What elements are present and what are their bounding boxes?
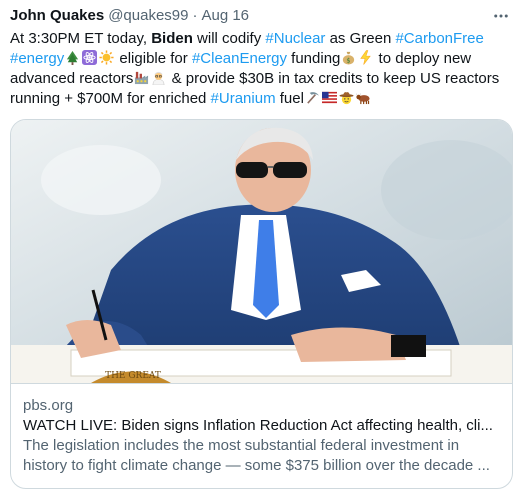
tweet-header: John Quakes @quakes99 · Aug 16 xyxy=(10,6,513,26)
text-span: advanced reactors xyxy=(10,70,134,87)
text-span: fuel xyxy=(275,90,304,107)
text-span: as Green xyxy=(325,30,396,47)
link-preview-card[interactable]: THE GREAT pbs.org WATCH LIVE: Biden sign… xyxy=(10,119,513,489)
hashtag-nuclear[interactable]: #Nuclear xyxy=(265,30,325,47)
atom-symbol-emoji xyxy=(82,50,98,65)
tweet-text-line: running + $700M for enriched #Uranium fu… xyxy=(10,89,513,109)
card-text: pbs.org WATCH LIVE: Biden signs Inflatio… xyxy=(11,383,512,476)
more-options-icon[interactable] xyxy=(491,6,511,26)
tweet-text-line: advanced reactors & provide $30B in tax … xyxy=(10,69,513,89)
us-flag-emoji xyxy=(321,90,337,105)
tweet-text: At 3:30PM ET today, Biden will codify #N… xyxy=(10,29,513,109)
text-span: funding xyxy=(287,50,341,67)
bold-text: Biden xyxy=(151,30,193,47)
text-span: running + $700M for enriched xyxy=(10,90,211,107)
tweet-text-line: #energy eligible for #CleanEnergy fundin… xyxy=(10,49,513,69)
article-photo[interactable]: THE GREAT xyxy=(11,120,512,383)
ox-emoji xyxy=(355,90,371,105)
author-name[interactable]: John Quakes xyxy=(10,6,104,26)
tweet[interactable]: John Quakes @quakes99 · Aug 16 At 3:30PM… xyxy=(0,0,523,497)
factory-emoji xyxy=(134,70,149,85)
pick-emoji xyxy=(305,90,320,105)
scientist-emoji xyxy=(151,70,166,85)
card-description-line: history to fight climate change — some $… xyxy=(23,457,490,474)
text-span: At 3:30PM ET today, xyxy=(10,30,152,47)
hashtag-energy[interactable]: #energy xyxy=(10,50,64,67)
hashtag-carbonfree[interactable]: #CarbonFree xyxy=(395,30,483,47)
money-bag-emoji: $ xyxy=(341,50,356,65)
text-span: & provide $30B in tax credits to keep US… xyxy=(167,70,500,87)
svg-text:$: $ xyxy=(347,57,351,65)
card-title[interactable]: WATCH LIVE: Biden signs Inflation Reduct… xyxy=(23,416,500,436)
text-span: to deploy new xyxy=(374,50,472,67)
hashtag-cleanenergy[interactable]: #CleanEnergy xyxy=(192,50,287,67)
evergreen-tree-emoji xyxy=(65,50,80,65)
text-span: eligible for xyxy=(115,50,192,67)
author-handle[interactable]: @quakes99 xyxy=(108,6,188,26)
card-description: The legislation includes the most substa… xyxy=(23,436,500,476)
high-voltage-emoji xyxy=(358,50,373,65)
svg-text:THE GREAT: THE GREAT xyxy=(105,371,161,381)
card-domain: pbs.org xyxy=(23,397,74,414)
separator-dot: · xyxy=(192,7,198,24)
hashtag-uranium[interactable]: #Uranium xyxy=(211,90,276,107)
tweet-text-line: At 3:30PM ET today, Biden will codify #N… xyxy=(10,29,513,49)
cowboy-emoji xyxy=(339,90,354,105)
text-span: will codify xyxy=(192,30,266,47)
card-description-line: The legislation includes the most substa… xyxy=(23,437,460,454)
tweet-date[interactable]: Aug 16 xyxy=(201,6,249,26)
sun-emoji xyxy=(99,50,114,65)
